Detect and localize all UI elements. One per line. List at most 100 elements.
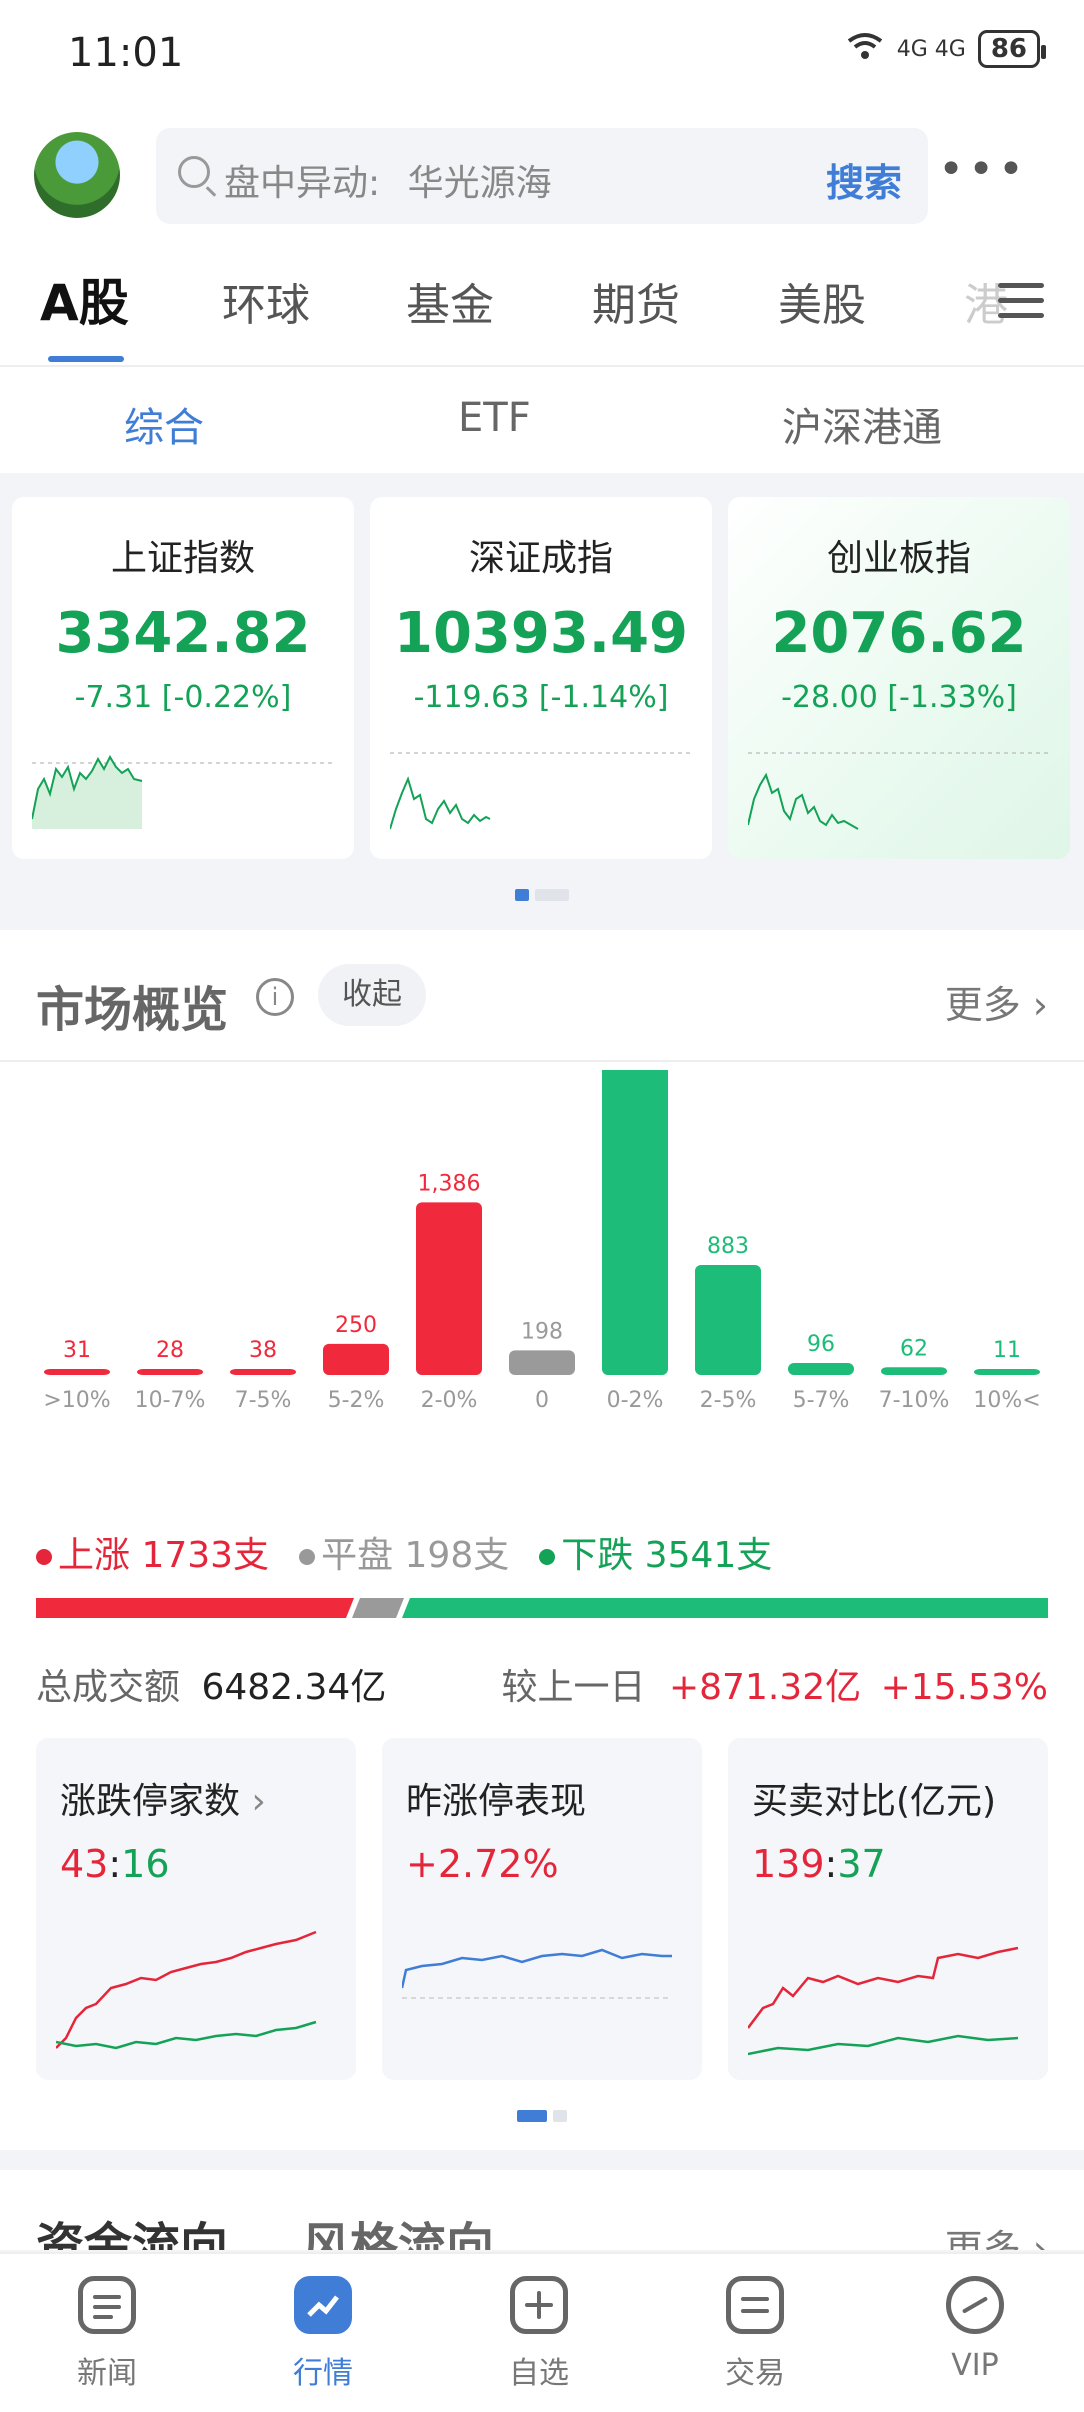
tab-a-share[interactable]: A股	[40, 263, 129, 335]
bar-value-label: 250	[335, 1313, 377, 1338]
nav-trade[interactable]: 交易	[690, 2276, 820, 2392]
battery-icon: 86	[977, 30, 1047, 68]
search-hint: 华光源海	[407, 163, 552, 204]
card-title: 昨涨停表现	[406, 1781, 587, 1822]
index-change: -7.31 [-0.22%]	[74, 680, 292, 715]
menu-icon[interactable]	[998, 283, 1044, 328]
subtab-etf[interactable]: ETF	[458, 395, 531, 441]
compare-label: 较上一日	[501, 1667, 646, 1708]
index-card-shenzhen[interactable]: 深证成指 10393.49 -119.63 [-1.14%]	[370, 497, 712, 859]
bar-value-label: 11	[993, 1338, 1021, 1363]
subtab-connect[interactable]: 沪深港通	[782, 395, 942, 453]
status-bar: 11:01 4G 4G 86	[0, 0, 1084, 118]
exchange-icon	[726, 2276, 784, 2334]
bar-value-label: 883	[707, 1234, 749, 1259]
bar-2	[230, 1369, 296, 1375]
index-card-chinext[interactable]: 创业板指 2076.62 -28.00 [-1.33%]	[728, 497, 1070, 859]
info-icon[interactable]: i	[256, 978, 294, 1016]
bar-value-label: 62	[900, 1336, 928, 1361]
turnover-value: 6482.34亿	[201, 1667, 387, 1708]
avatar[interactable]	[34, 132, 120, 218]
tab-us-stocks[interactable]: 美股	[778, 269, 866, 333]
plus-icon	[510, 2276, 568, 2334]
index-value: 10393.49	[393, 601, 689, 666]
status-time: 11:01	[68, 30, 184, 76]
bar-category-label: 7-5%	[235, 1388, 292, 1413]
buy-sell-card[interactable]: 买卖对比(亿元) 139:37	[728, 1738, 1048, 2080]
distribution-bar-chart: 31 >10% 28 10-7% 38 7-5% 250 5-2% 1,386 2-0% 198 0 2…	[43, 1070, 1041, 1413]
index-value: 2076.62	[771, 601, 1027, 666]
nav-market[interactable]: 行情	[258, 2276, 388, 2392]
bar-category-label: 0	[535, 1388, 549, 1413]
legend-down: 下跌 3541支	[539, 1526, 772, 1578]
search-input[interactable]: 盘中异动: 华光源海 搜索	[156, 128, 928, 224]
card-value: 139:37	[752, 1842, 886, 1886]
chevron-right-icon: ›	[251, 1781, 266, 1822]
card-pager	[0, 2110, 1084, 2122]
bar-value-label: 28	[156, 1338, 184, 1363]
turnover-label: 总成交额	[36, 1667, 181, 1708]
tab-global[interactable]: 环球	[222, 269, 310, 333]
more-dots-icon[interactable]: •••	[938, 148, 1028, 192]
index-sparkline	[748, 752, 1048, 830]
subtab-overview[interactable]: 综合	[124, 395, 204, 453]
index-card-shanghai[interactable]: 上证指数 3342.82 -7.31 [-0.22%]	[12, 497, 354, 859]
bar-4	[416, 1202, 482, 1375]
search-prefix: 盘中异动:	[224, 163, 381, 204]
nav-news[interactable]: 新闻	[42, 2276, 172, 2392]
card-sparkline	[748, 1946, 1019, 2056]
compare-amount: +871.32亿	[668, 1667, 862, 1708]
index-name: 创业板指	[826, 538, 971, 579]
card-title: 涨跌停家数 ›	[60, 1781, 266, 1822]
bar-category-label: 2-0%	[421, 1388, 478, 1413]
legend-flat: 平盘 198支	[299, 1526, 509, 1578]
bar-6	[602, 1070, 668, 1375]
bar-value-label: 38	[249, 1338, 277, 1363]
bar-category-label: 5-7%	[793, 1388, 850, 1413]
limit-count-card[interactable]: 涨跌停家数 › 43:16	[36, 1738, 356, 2080]
collapse-button[interactable]: 收起	[318, 964, 426, 1026]
nav-vip[interactable]: VIP	[910, 2276, 1040, 2383]
section-title: 市场概览	[36, 982, 229, 1038]
search-button[interactable]: 搜索	[826, 152, 902, 207]
bar-value-label: 1,386	[418, 1171, 481, 1196]
compare-pct: +15.53%	[880, 1667, 1048, 1708]
index-sparkline	[32, 754, 332, 829]
turnover-row: 总成交额 6482.34亿 较上一日 +871.32亿 +15.53%	[36, 1658, 1048, 1710]
bar-7	[695, 1265, 761, 1375]
bar-category-label: 5-2%	[328, 1388, 385, 1413]
bar-category-label: 0-2%	[607, 1388, 664, 1413]
bar-category-label: 10%<	[973, 1388, 1040, 1413]
market-tabs: A股 环球 基金 期货 美股 港	[0, 243, 1084, 367]
tab-capital-flow[interactable]: 资金流向	[36, 2206, 228, 2250]
divider	[0, 1060, 1084, 1062]
index-change: -119.63 [-1.14%]	[413, 680, 669, 715]
index-name: 上证指数	[110, 538, 255, 579]
market-overview: 市场概览 i 收起 更多 › 31 >10% 28 10-7% 38 7-5% 250 5-2…	[0, 930, 1084, 2150]
card-sparkline	[402, 1948, 672, 1999]
bar-10	[974, 1369, 1040, 1375]
bar-1	[137, 1369, 203, 1375]
index-name: 深证成指	[468, 538, 613, 579]
nav-watchlist[interactable]: 自选	[474, 2276, 604, 2392]
index-cards: 上证指数 3342.82 -7.31 [-0.22%] 深证成指 10393.4…	[0, 473, 1084, 930]
bar-value-label: 198	[521, 1319, 563, 1344]
vip-icon	[946, 2276, 1004, 2334]
more-link[interactable]: 更多 ›	[945, 974, 1048, 1029]
flow-more-link[interactable]: 更多 ›	[945, 2218, 1048, 2250]
bar-category-label: 2-5%	[700, 1388, 757, 1413]
tab-futures[interactable]: 期货	[592, 269, 680, 333]
index-pager	[0, 889, 1084, 901]
card-value: 43:16	[60, 1842, 170, 1886]
tab-underline	[48, 356, 124, 362]
system-icons: 4G 4G 86	[845, 30, 1047, 68]
signal-icon: 4G 4G	[896, 36, 966, 62]
index-sparkline	[390, 752, 690, 830]
tab-style-flow[interactable]: 风格流向	[302, 2206, 494, 2250]
bar-value-label: 31	[63, 1338, 91, 1363]
news-icon	[78, 2276, 136, 2334]
yesterday-limit-card[interactable]: 昨涨停表现 +2.72%	[382, 1738, 702, 2080]
bar-3	[323, 1343, 389, 1375]
bar-category-label: >10%	[43, 1388, 110, 1413]
tab-funds[interactable]: 基金	[406, 269, 494, 333]
